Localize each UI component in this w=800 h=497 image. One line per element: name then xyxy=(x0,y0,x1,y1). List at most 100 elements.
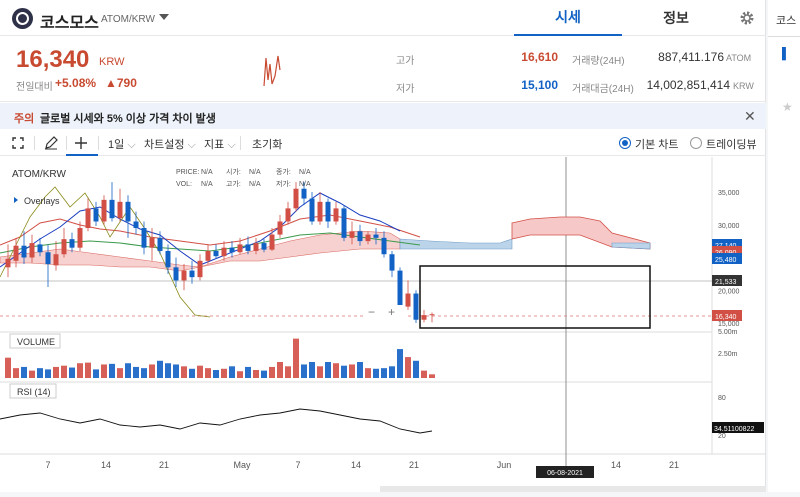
candle-body xyxy=(173,267,179,281)
tradingview-radio[interactable] xyxy=(690,137,702,149)
price-notice: 주의 글로벌 시세와 5% 이상 가격 차이 발생 ✕ xyxy=(0,103,766,129)
volume-unit: ATOM xyxy=(726,53,752,63)
fullscreen-icon[interactable] xyxy=(12,137,24,149)
candle-body xyxy=(349,231,355,238)
tab-market[interactable]: 시세 xyxy=(514,0,622,36)
candle-body xyxy=(61,239,67,255)
candle-body xyxy=(5,258,11,268)
basic-chart-radio[interactable] xyxy=(619,137,631,149)
change-amount: ▲790 xyxy=(105,76,137,90)
volume-bar xyxy=(325,362,331,378)
volume-bar xyxy=(85,362,91,378)
volume-bar xyxy=(133,366,139,378)
volume-bar xyxy=(165,363,171,378)
price-tag: 21,533 xyxy=(715,279,737,286)
candle-body xyxy=(405,293,411,307)
volume-bar xyxy=(397,349,403,378)
crosshair-icon[interactable] xyxy=(74,136,88,150)
price-summary: 16,340 KRW 전일대비 +5.08% ▲790 고가 16,610 저가… xyxy=(0,36,766,102)
cosmos-logo-icon xyxy=(12,8,33,29)
volume-bar xyxy=(45,369,51,378)
candle-body xyxy=(357,231,363,242)
volume-bar xyxy=(269,366,275,378)
high-value: 16,610 xyxy=(521,50,558,64)
right-side-panel: 코스 ▌ ★ xyxy=(768,0,800,492)
volume-bar xyxy=(205,368,211,378)
amount-value: 14,002,851,414 xyxy=(646,78,730,92)
volume-bar xyxy=(237,371,243,378)
selection-box[interactable] xyxy=(419,265,651,329)
reset-button[interactable]: 초기화 xyxy=(252,136,282,152)
price-tag: 25,480 xyxy=(715,257,737,264)
candle-body xyxy=(93,208,99,222)
candle-body xyxy=(429,314,435,316)
chart-canvas[interactable]: 35,00030,00025,00020,00015,00027,14026,0… xyxy=(0,157,766,492)
candle-body xyxy=(77,228,83,248)
volume-value: 887,411.176 xyxy=(658,50,724,64)
volume-axis-label: 5.00m xyxy=(718,329,738,336)
candle-body xyxy=(237,244,243,253)
volume-bar xyxy=(285,366,291,378)
volume-bar xyxy=(29,370,35,378)
volume-bar xyxy=(77,363,83,378)
ohlc-close-value: N/A xyxy=(299,169,311,176)
volume-bar xyxy=(141,368,147,378)
coin-header: 코스모스 ATOM/KRW 시세 정보 xyxy=(0,0,766,36)
candle-body xyxy=(381,237,387,255)
zoom-out-icon[interactable]: − xyxy=(368,305,375,319)
candle-body xyxy=(317,201,323,222)
amount-unit: KRW xyxy=(733,81,754,91)
basic-chart-label[interactable]: 기본 차트 xyxy=(635,136,679,152)
candle-body xyxy=(165,250,171,268)
ichimoku-cloud-bearish xyxy=(399,238,513,250)
rsi-label: RSI (14) xyxy=(17,387,51,397)
zoom-in-icon[interactable]: + xyxy=(388,305,395,319)
coin-dropdown-icon[interactable] xyxy=(159,14,169,20)
gear-icon[interactable] xyxy=(739,10,755,26)
tab-info[interactable]: 정보 xyxy=(622,0,730,36)
overlays-label[interactable]: Overlays xyxy=(24,196,60,206)
rsi-axis-label: 20 xyxy=(718,433,726,440)
star-icon[interactable]: ★ xyxy=(782,100,793,114)
price-axis-label: 35,000 xyxy=(718,190,740,197)
chart-settings-select[interactable]: 차트설정 ⌵ xyxy=(144,136,196,152)
volume-bar xyxy=(309,362,315,378)
volume-bar xyxy=(341,365,347,378)
rsi-axis-label: 80 xyxy=(718,395,726,402)
draw-pencil-icon[interactable] xyxy=(44,136,58,150)
ohlc-vol-label: VOL: xyxy=(176,181,192,188)
ohlc-open-label: 시가: xyxy=(226,167,241,176)
interval-select[interactable]: 1일 ⌵ xyxy=(108,136,136,152)
volume-bar xyxy=(101,364,107,378)
candle-body xyxy=(269,234,275,250)
notice-text: 글로벌 시세와 5% 이상 가격 차이 발생 xyxy=(40,113,216,125)
volume-bar xyxy=(357,362,363,378)
overlays-toggle-icon[interactable] xyxy=(14,197,18,203)
ohlc-vol-value: N/A xyxy=(201,181,213,188)
candle-body xyxy=(245,244,251,251)
candlestick-chart-area[interactable]: 35,00030,00025,00020,00015,00027,14026,0… xyxy=(0,157,766,492)
right-panel-tab[interactable]: 코스 xyxy=(776,12,796,28)
candle-body xyxy=(213,250,219,257)
notice-tag: 주의 xyxy=(14,113,35,125)
ichimoku-cloud-forward-bearish xyxy=(611,242,651,250)
right-panel-item[interactable]: ▌ xyxy=(782,48,790,60)
tradingview-label[interactable]: 트레이딩뷰 xyxy=(706,136,757,152)
close-icon[interactable]: ✕ xyxy=(744,108,756,125)
candle-body xyxy=(341,208,347,238)
volume-bar xyxy=(389,366,395,378)
volume-bar xyxy=(197,365,203,378)
candle-body xyxy=(101,199,107,222)
volume-bar xyxy=(37,368,43,378)
price-axis-label: 20,000 xyxy=(718,288,740,295)
crosshair-date: 06-08-2021 xyxy=(547,470,583,477)
indicators-select[interactable]: 지표 ⌵ xyxy=(204,136,236,152)
ohlc-close-label: 종가: xyxy=(276,167,291,176)
x-axis-label: May xyxy=(233,460,251,470)
x-axis-label: 21 xyxy=(409,460,419,470)
price-unit: KRW xyxy=(99,56,125,68)
volume-bar xyxy=(333,363,339,378)
volume-bar xyxy=(109,363,115,378)
x-axis-label: 7 xyxy=(45,460,50,470)
indicators-label: 지표 xyxy=(204,139,225,151)
